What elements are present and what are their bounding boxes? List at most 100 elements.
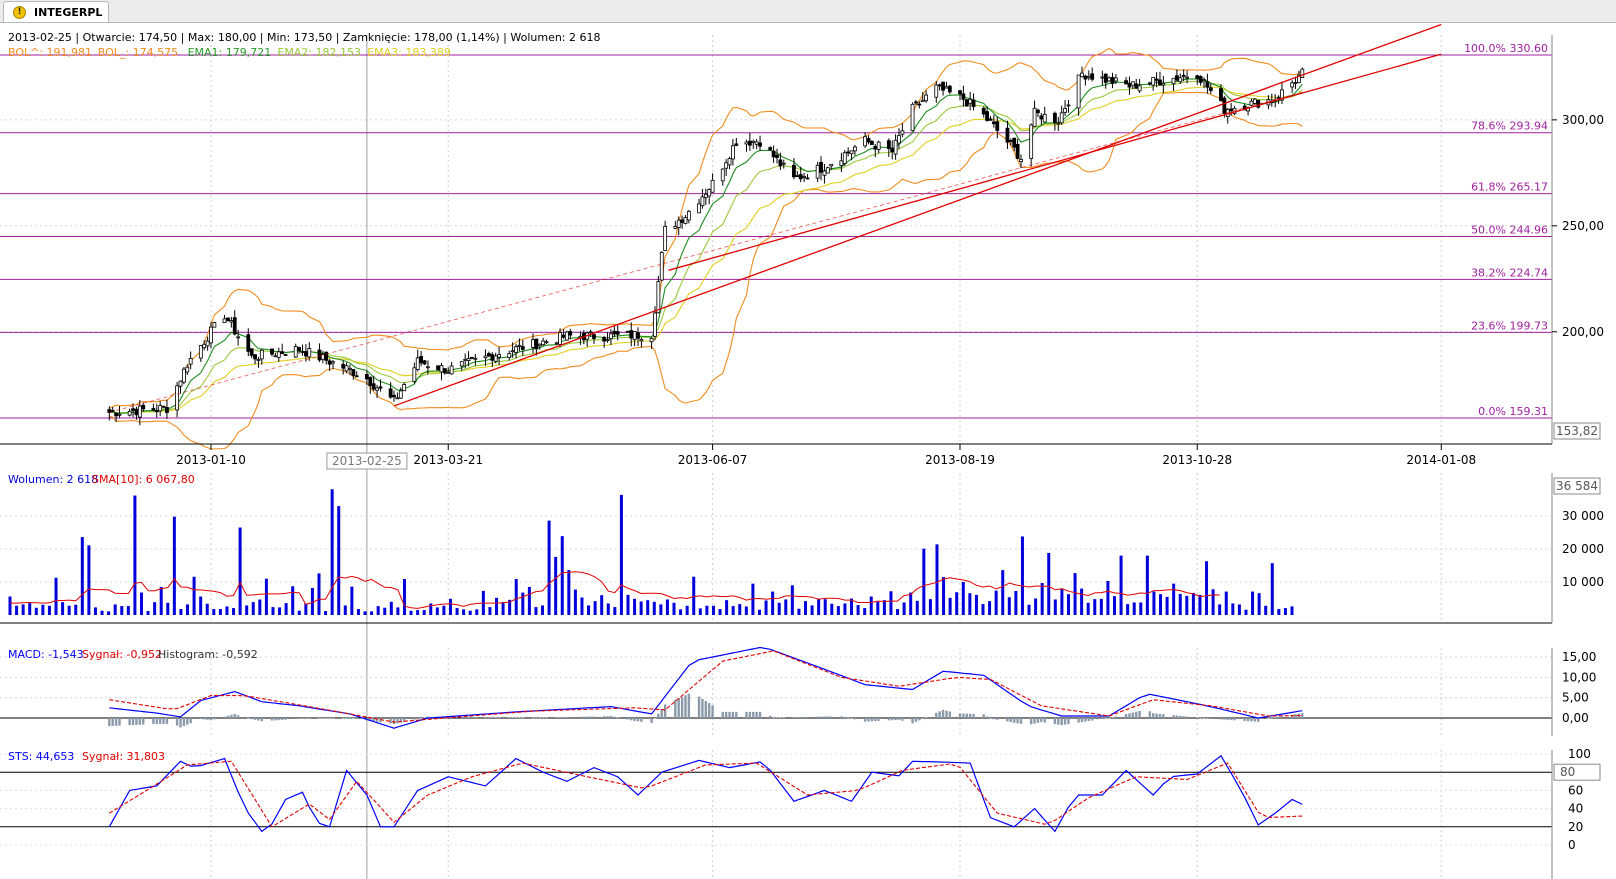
macd-histogram-bar [1111,717,1114,718]
volume-bar [744,606,748,615]
macd-histogram-bar [416,718,419,719]
volume-bar [1257,593,1261,615]
macd-histogram-bar [253,718,257,720]
volume-bar [955,592,959,615]
candle-body [1198,76,1203,83]
candle-body [1086,75,1091,78]
candle [592,333,596,344]
candle [419,351,424,367]
candle [392,390,396,402]
candle-body [1059,112,1064,124]
volume-bar [1185,595,1189,615]
volume-bar [1086,602,1090,615]
candle [1178,73,1183,84]
macd-histogram-bar [1104,718,1107,719]
candle-body [995,121,1000,131]
candle-body [768,147,773,151]
volume-bar [784,599,788,615]
volume-bar [567,570,571,615]
candle-body [344,365,349,372]
volume-bar [1119,555,1123,615]
macd-histogram-bar [894,718,897,721]
candle-body [802,176,806,178]
volume-bar [238,527,242,615]
candle [775,148,779,164]
candle-body [259,349,264,360]
candle [751,139,756,149]
macd-histogram-bar [653,718,657,719]
volume-bar [817,598,821,615]
volume-bar [100,610,104,615]
macd-y-tick-label: 10,00 [1562,670,1596,684]
macd-histogram-bar [325,718,328,719]
candle-body [246,334,251,352]
x-tick-label: 2013-03-21 [413,453,483,467]
candle [805,174,810,180]
macd-histogram-bar [321,718,325,719]
candle-body [1178,77,1183,83]
sts-label: STS: 44,653 [8,750,74,763]
macd-histogram-bar [1273,717,1277,718]
macd-histogram-bar [114,718,118,726]
sts-signal-line [109,760,1303,828]
volume-bar [836,606,840,615]
macd-histogram-bar [985,716,989,718]
macd-histogram-bar [1101,718,1104,720]
volume-bar [146,611,150,615]
volume-bar [139,592,143,615]
macd-histogram-bar [142,718,145,725]
candle-body [212,322,217,328]
candle-body [165,407,169,413]
macd-histogram-bar [935,712,938,718]
candle-body [1137,85,1142,92]
macd-histogram-bar [521,717,525,719]
price-y-tick-label: 250,00 [1562,219,1604,233]
macd-histogram-bar [1185,716,1189,718]
candle-body [202,343,207,349]
volume-bar [74,604,78,615]
candle [1249,98,1254,107]
candle-body [1181,74,1186,77]
candle [1107,76,1112,83]
macd-histogram-bar [419,718,423,719]
macd-histogram-bar [186,718,189,725]
candle [1134,78,1139,90]
candle [544,339,549,344]
macd-histogram-bar [687,693,691,718]
volume-bar [468,610,472,615]
macd-histogram-bar [206,718,209,720]
macd-histogram-bar [1219,718,1223,720]
volume-bar [462,609,466,615]
candle-body [1158,79,1162,86]
volume-bar [718,609,722,615]
candle [117,406,122,418]
volume-bar [1073,573,1077,615]
candle-body [632,331,637,340]
macd-histogram-bar [592,716,596,718]
candle-body [1066,104,1071,107]
macd-histogram-bar [697,696,701,718]
candle-body [653,312,657,337]
volume-bar [646,600,650,615]
volume-bar [652,601,656,615]
candle-body [1147,82,1152,85]
macd-histogram-bar [684,695,687,718]
candle-body [747,140,752,146]
candle [280,343,285,355]
candle-body [226,317,230,322]
macd-histogram-bar [236,715,240,718]
volume-bar [126,606,130,615]
candle-body [853,146,857,152]
tab-integerpl[interactable]: ! INTEGERPL [3,1,109,22]
candle-body [710,179,715,193]
candle-body [229,320,234,323]
candle [422,359,427,366]
candle-body [914,101,918,104]
candle-body [341,363,346,369]
stock-chart[interactable]: 100.0% 330.60 78.6% 293.94 61.8% 265.17 50.… [0,23,1616,879]
volume-bar [337,506,341,615]
candle-body [1107,77,1112,82]
candle-body [392,394,396,398]
macd-histogram-bar [518,717,521,719]
macd-histogram-bar [1226,718,1229,720]
